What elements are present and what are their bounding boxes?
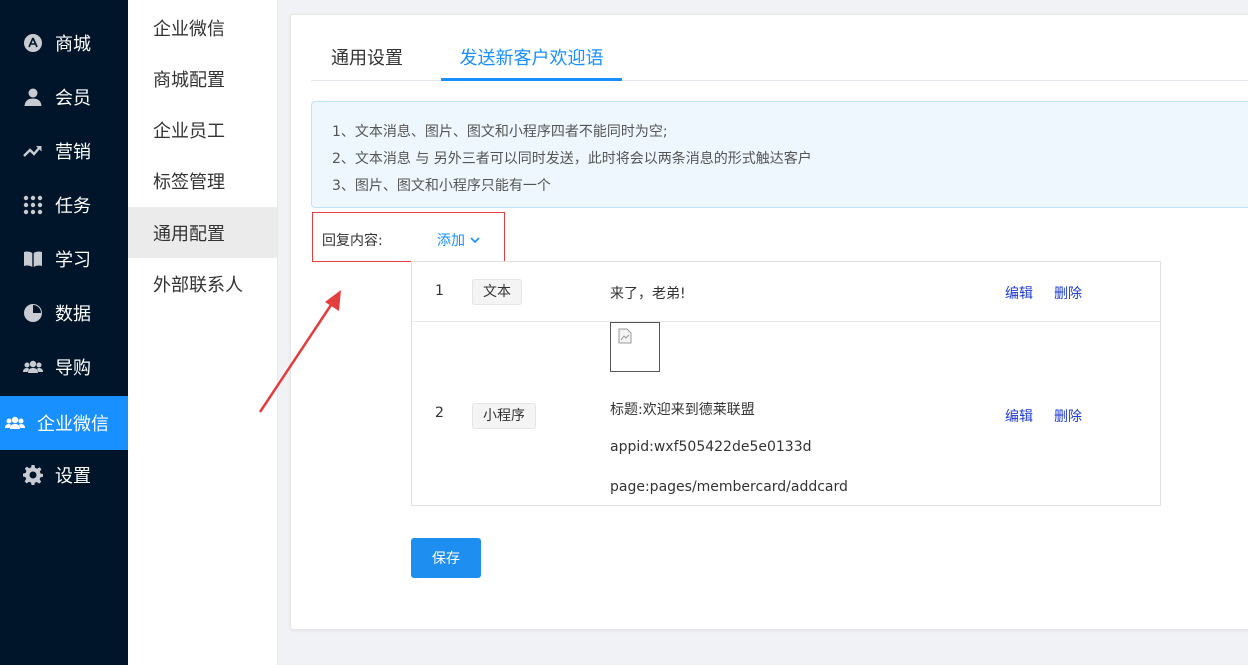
submenu-item-general-config[interactable]: 通用配置 bbox=[128, 207, 277, 258]
nav-item-label: 设置 bbox=[55, 466, 91, 487]
tab-general-settings[interactable]: 通用设置 bbox=[331, 45, 403, 81]
nav-item-label: 任务 bbox=[55, 196, 91, 217]
add-dropdown-button[interactable]: 添加 bbox=[437, 230, 481, 250]
pie-icon bbox=[23, 303, 43, 323]
notice-line-1: 1、文本消息、图片、图文和小程序四者不能同时为空; bbox=[332, 124, 668, 140]
add-label: 添加 bbox=[437, 233, 465, 249]
nav-item-label: 导购 bbox=[55, 358, 91, 379]
miniprogram-appid: appid:wxf505422de5e0133d bbox=[610, 439, 812, 455]
nav-item-learn[interactable]: 学习 bbox=[0, 232, 128, 286]
delete-link[interactable]: 删除 bbox=[1054, 406, 1082, 426]
notice-line-2: 2、文本消息 与 另外三者可以同时发送，此时将会以两条消息的形式触达客户 bbox=[332, 151, 812, 167]
content-card: 通用设置 发送新客户欢迎语 1、文本消息、图片、图文和小程序四者不能同时为空; … bbox=[290, 14, 1248, 630]
chevron-down-icon bbox=[470, 237, 480, 244]
row-index: 1 bbox=[435, 283, 444, 299]
annotation-arrow-icon bbox=[258, 290, 341, 413]
table-row: 1 文本 来了，老弟! 编辑 删除 bbox=[412, 262, 1160, 322]
miniprogram-title: 标题:欢迎来到德莱联盟 bbox=[610, 402, 755, 418]
user-icon bbox=[23, 87, 43, 107]
nav-item-label: 营销 bbox=[55, 142, 91, 163]
store-icon bbox=[23, 33, 43, 53]
edit-link[interactable]: 编辑 bbox=[1005, 406, 1033, 426]
tab-bar: 通用设置 发送新客户欢迎语 bbox=[311, 45, 1248, 81]
submenu-item-wecom[interactable]: 企业微信 bbox=[128, 2, 277, 53]
reply-content-highlight: 回复内容: 添加 bbox=[312, 212, 505, 262]
nav-item-wecom[interactable]: 企业微信 bbox=[0, 396, 128, 450]
nav-item-label: 商城 bbox=[55, 34, 91, 55]
table-row: 2 小程序 标题:欢迎来到德莱联盟 appid:wxf505422de5e013… bbox=[412, 322, 1160, 506]
tab-welcome-message[interactable]: 发送新客户欢迎语 bbox=[441, 45, 622, 81]
nav-item-label: 数据 bbox=[55, 304, 91, 325]
submenu-item-tags[interactable]: 标签管理 bbox=[128, 155, 277, 206]
nav-item-label: 会员 bbox=[55, 88, 91, 109]
nav-item-settings[interactable]: 设置 bbox=[0, 448, 128, 502]
type-tag: 文本 bbox=[472, 279, 522, 305]
main-nav: 商城 会员 营销 任务 学习 数据 导购 企业微信 设置 bbox=[0, 0, 128, 665]
team-icon bbox=[5, 413, 25, 433]
notice-box: 1、文本消息、图片、图文和小程序四者不能同时为空; 2、文本消息 与 另外三者可… bbox=[311, 101, 1248, 208]
trend-icon bbox=[23, 141, 43, 161]
row-index: 2 bbox=[435, 405, 444, 421]
broken-image-icon bbox=[610, 322, 660, 372]
nav-item-label: 学习 bbox=[55, 250, 91, 271]
gear-icon bbox=[23, 465, 43, 485]
book-icon bbox=[23, 249, 43, 269]
grid-icon bbox=[23, 195, 43, 215]
edit-link[interactable]: 编辑 bbox=[1005, 283, 1033, 303]
nav-item-marketing[interactable]: 营销 bbox=[0, 124, 128, 178]
nav-item-guide[interactable]: 导购 bbox=[0, 340, 128, 394]
delete-link[interactable]: 删除 bbox=[1054, 283, 1082, 303]
text-content: 来了，老弟! bbox=[610, 286, 686, 302]
submenu-item-store-config[interactable]: 商城配置 bbox=[128, 53, 277, 104]
group-icon bbox=[23, 357, 43, 377]
reply-table: 1 文本 来了，老弟! 编辑 删除 2 小程序 标题:欢迎来到德莱联盟 appi… bbox=[411, 261, 1161, 506]
nav-item-data[interactable]: 数据 bbox=[0, 286, 128, 340]
nav-item-task[interactable]: 任务 bbox=[0, 178, 128, 232]
miniprogram-page: page:pages/membercard/addcard bbox=[610, 479, 848, 495]
type-tag: 小程序 bbox=[472, 403, 536, 429]
nav-item-store[interactable]: 商城 bbox=[0, 16, 128, 70]
nav-item-label: 企业微信 bbox=[37, 414, 109, 435]
notice-line-3: 3、图片、图文和小程序只能有一个 bbox=[332, 178, 551, 194]
submenu-item-staff[interactable]: 企业员工 bbox=[128, 104, 277, 155]
save-button[interactable]: 保存 bbox=[411, 538, 481, 578]
nav-item-member[interactable]: 会员 bbox=[0, 70, 128, 124]
reply-content-label: 回复内容: bbox=[322, 233, 383, 249]
